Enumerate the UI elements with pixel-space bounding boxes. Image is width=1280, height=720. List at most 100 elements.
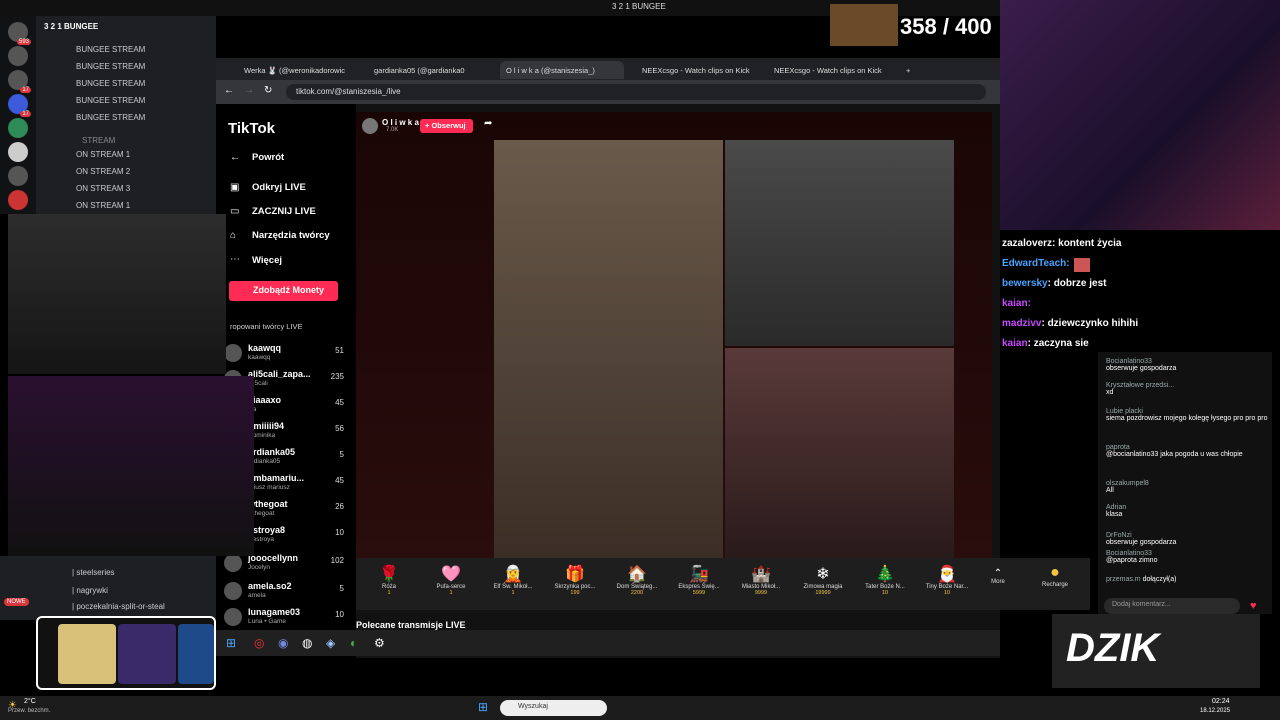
channel-item[interactable]: BUNGEE STREAM (76, 62, 145, 71)
menu-more[interactable]: Więcej (252, 255, 282, 266)
gift-item[interactable]: 🩷 Pufa-serce 1 (420, 558, 482, 610)
browser-tab[interactable]: gardianka05 (@gardianka0 (368, 61, 492, 79)
server-icon[interactable] (8, 166, 28, 186)
discord-icon[interactable]: ◉ (278, 636, 288, 650)
server-icon[interactable] (8, 118, 28, 138)
home-icon: ⌂ (230, 230, 237, 241)
gift-price: 2200 (630, 590, 644, 596)
follow-button[interactable]: + Obserwuj (420, 119, 473, 133)
windows-icon[interactable]: ⊞ (226, 636, 236, 650)
recharge-button[interactable]: ● Recharge (1030, 558, 1080, 610)
creator-row[interactable]: amela.so2 amela 5 (224, 580, 360, 606)
channel-item[interactable]: BUNGEE STREAM (76, 79, 145, 88)
video-guest-2[interactable] (725, 348, 954, 558)
server-icon[interactable] (8, 142, 28, 162)
gift-item[interactable]: ❄ Zimowa magia 19999 (792, 558, 854, 610)
gift-item[interactable]: 🎄 Tater Boże N... 10 (854, 558, 916, 610)
creator-row[interactable]: kaawqq kaawqq 51 (224, 342, 360, 368)
settings-icon[interactable]: ⚙ (374, 636, 385, 650)
viewer-count: 26 (335, 502, 344, 511)
back-link[interactable]: Powrót (252, 152, 284, 163)
channel-item[interactable]: BUNGEE STREAM (76, 96, 145, 105)
comment-input[interactable]: Dodaj komentarz... (1104, 598, 1240, 614)
app-icon[interactable]: ◍ (302, 636, 312, 650)
heart-icon[interactable]: ♥ (1250, 600, 1257, 612)
host-name[interactable]: O l i w k a (382, 118, 419, 127)
back-icon[interactable]: ← (224, 85, 234, 96)
viewer-count: 235 (330, 372, 344, 381)
more-gifts-button[interactable]: ⌃ More (978, 558, 1018, 610)
chat-msg: obserwuje gospodarza (1106, 539, 1177, 546)
voice-channel[interactable]: ON STREAM 1 (76, 201, 130, 210)
tiktok-logo[interactable]: TikTok (228, 120, 275, 137)
channel-item[interactable]: | poczekalnia-split-or-steal (72, 602, 165, 611)
share-icon[interactable]: ➦ (484, 118, 492, 129)
chat-user: kaian (1002, 338, 1028, 349)
back-arrow-icon[interactable]: ← (230, 152, 240, 163)
gift-item[interactable]: 🧝 Elf Św. Mikoł... 1 (482, 558, 544, 610)
category-label[interactable]: STREAM (82, 136, 115, 145)
menu-creator-tools[interactable]: Narzędzia twórcy (252, 230, 330, 241)
menu-discover-live[interactable]: Odkryj LIVE (252, 182, 306, 193)
gift-item[interactable]: 🎅 Tiny Boże Nar... 10 (916, 558, 978, 610)
url-field[interactable]: tiktok.com/@staniszesia_/live (286, 84, 986, 100)
skin-card (118, 624, 176, 684)
browser-tab[interactable]: NEEXcsgo - Watch clips on Kick (768, 61, 892, 79)
gift-item[interactable]: 🏰 Miasto Mikoł... 9999 (730, 558, 792, 610)
voice-channel[interactable]: ON STREAM 1 (76, 150, 130, 159)
gift-item[interactable]: 🚂 Ekspres Świę... 5999 (668, 558, 730, 610)
steam-icon[interactable]: ◈ (326, 636, 335, 650)
server-icon[interactable] (8, 46, 28, 66)
get-coins-button[interactable]: Zdobądź Monety (229, 281, 338, 301)
gift-item[interactable]: 🌹 Róża 1 (358, 558, 420, 610)
creator-row[interactable]: lunagame03 Luna • Game 10 (224, 606, 360, 632)
opera-icon[interactable]: ◎ (254, 636, 264, 650)
server-icon[interactable] (8, 190, 28, 210)
weather-desc[interactable]: Przew. bezchm. (8, 708, 50, 714)
creator-sub: Jocelyn (248, 564, 271, 571)
browser-tab[interactable]: Werka 🐰 (@weronikadorowic (238, 61, 360, 79)
chat-user: EdwardTeach (1002, 258, 1067, 269)
chrome-icon[interactable]: ◐ (350, 636, 357, 650)
chevron-up-icon: ⌃ (993, 568, 1003, 579)
voice-channel[interactable]: ON STREAM 2 (76, 167, 130, 176)
video-guest-1[interactable] (725, 140, 954, 346)
channel-item[interactable]: BUNGEE STREAM (76, 45, 145, 54)
voice-channel[interactable]: ON STREAM 3 (76, 184, 130, 193)
server-icon[interactable]: 17 (8, 70, 31, 93)
chat-msg: dziewczynko hihihi (1047, 318, 1139, 329)
clock-date[interactable]: 18.12.2025 (1200, 708, 1230, 714)
creator-name: kaawqq (248, 343, 282, 353)
video-main[interactable] (494, 140, 723, 558)
reload-icon[interactable]: ↻ (264, 85, 272, 96)
windows-taskbar: ☀ 2°C Przew. bezchm. ⊞ 02:24 18.12.2025 (0, 696, 1280, 720)
gift-item[interactable]: 🏠 Dom Świąteg... 2200 (606, 558, 668, 610)
forward-icon[interactable]: → (244, 85, 254, 96)
channel-item[interactable]: BUNGEE STREAM (76, 113, 145, 122)
guest-webcam-2 (8, 376, 254, 556)
host-avatar[interactable] (362, 118, 378, 134)
clock-time[interactable]: 02:24 (1212, 698, 1230, 705)
gift-icon: 🌹 (379, 566, 399, 583)
start-icon[interactable]: ⊞ (478, 700, 488, 714)
gift-icon: 🧝 (503, 566, 523, 583)
weather-temp[interactable]: 2°C (24, 698, 36, 705)
server-icon[interactable]: 593 (8, 22, 31, 45)
new-tab-button[interactable]: + (900, 61, 916, 79)
chat-user: madzivv (1002, 318, 1042, 329)
browser-tab-active[interactable]: O l i w k a (@staniszesia_) (500, 61, 624, 79)
creator-name: ali5cali_zapa... (248, 369, 311, 379)
server-icon[interactable]: 17 (8, 94, 31, 117)
more-label: More (991, 579, 1005, 585)
channel-item[interactable]: | nagrywki (72, 586, 108, 595)
channel-item[interactable]: | steelseries (72, 568, 115, 577)
chat-message: przemas.m dołączył(a) (1106, 576, 1270, 583)
chat-msg: siema pozdrowisz mojego kolegę łysego pr… (1106, 415, 1268, 422)
taskbar-search[interactable]: Wyszukaj (500, 700, 607, 716)
menu-start-live[interactable]: ZACZNIJ LIVE (252, 206, 316, 217)
gift-item[interactable]: 🎁 Skrzynka poc... 199 (544, 558, 606, 610)
gift-price: 1 (511, 590, 515, 596)
emote-icon (1074, 258, 1090, 272)
browser-tab[interactable]: NEEXcsgo - Watch clips on Kick (636, 61, 760, 79)
server-name[interactable]: 3 2 1 BUNGEE (44, 22, 98, 31)
